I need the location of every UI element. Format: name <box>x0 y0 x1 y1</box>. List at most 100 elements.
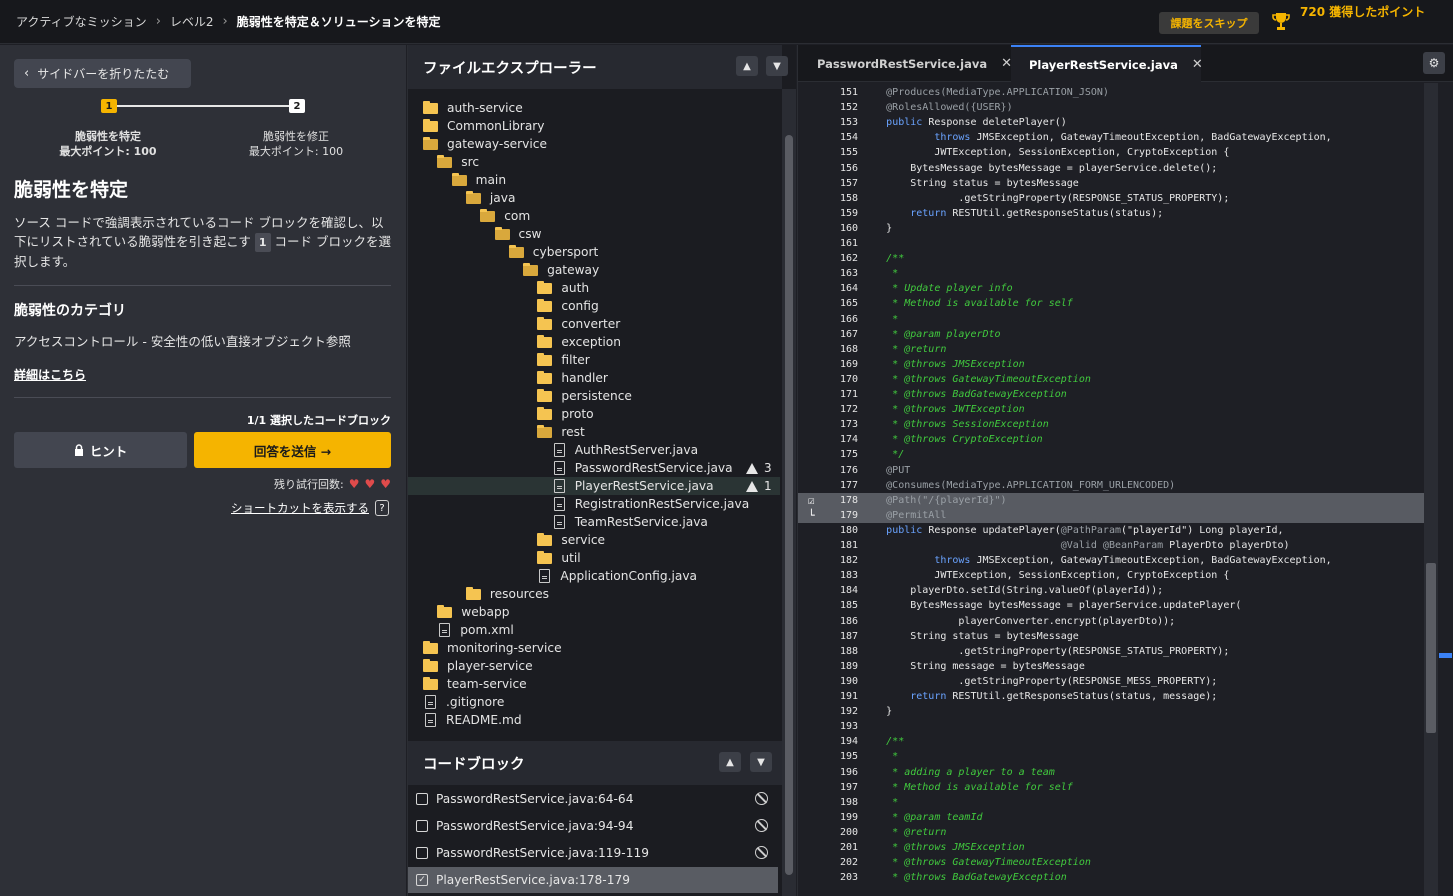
checkbox-checked[interactable]: ✓ <box>416 874 428 886</box>
hint-button[interactable]: ヒント <box>14 432 187 468</box>
step-1-badge: 1 <box>101 99 117 113</box>
gear-icon[interactable]: ⚙ <box>1423 52 1445 74</box>
chevron-down-icon[interactable]: ▼ <box>766 56 788 76</box>
tab-password-rest-service[interactable]: PasswordRestService.java ✕ <box>817 45 1012 82</box>
folder-open-icon <box>494 226 510 240</box>
folder-item[interactable]: webapp <box>408 603 780 621</box>
folder-item[interactable]: monitoring-service <box>408 639 780 657</box>
file-item[interactable]: ApplicationConfig.java <box>408 567 780 585</box>
ignore-icon[interactable] <box>755 819 768 832</box>
ignore-icon[interactable] <box>755 792 768 805</box>
folder-item[interactable]: proto <box>408 405 780 423</box>
file-item[interactable]: RegistrationRestService.java <box>408 495 780 513</box>
code-text: * <box>838 313 899 325</box>
chevron-up-icon[interactable]: ▲ <box>719 752 741 772</box>
file-icon <box>553 461 565 475</box>
folder-item[interactable]: src <box>408 153 780 171</box>
folder-item[interactable]: team-service <box>408 675 780 693</box>
code-line: 152 @RolesAllowed({USER}) <box>798 100 1424 115</box>
close-icon[interactable]: ✕ <box>1192 57 1203 72</box>
remaining-attempts: 残り試行回数: ♥ ♥ ♥ <box>274 476 391 492</box>
highlighted-code-line[interactable]: 179 @PermitAll └ <box>798 507 1424 523</box>
file-tree-label: team-service <box>447 677 527 691</box>
folder-item[interactable]: filter <box>408 351 780 369</box>
folder-item[interactable]: service <box>408 531 780 549</box>
submit-answer-button[interactable]: 回答を送信 → <box>194 432 391 468</box>
line-number: 193 <box>839 721 858 733</box>
folder-open-icon <box>423 136 438 150</box>
file-item[interactable]: TeamRestService.java <box>408 513 780 531</box>
folder-item[interactable]: resources <box>408 585 780 603</box>
folder-item[interactable]: player-service <box>408 657 780 675</box>
code-block-item[interactable]: PasswordRestService.java:64-64 <box>408 786 778 812</box>
file-item[interactable]: AuthRestServer.java <box>408 441 780 459</box>
tab-player-rest-service[interactable]: PlayerRestService.java ✕ <box>1011 45 1203 82</box>
code-text: * @throws BadGatewayException <box>838 872 1067 884</box>
code-line: 151 @Produces(MediaType.APPLICATION_JSON… <box>798 85 1424 100</box>
code-line: 168 * @return <box>798 342 1424 357</box>
collapse-sidebar-button[interactable]: ‹ サイドバーを折りたたむ <box>14 59 191 88</box>
folder-item[interactable]: persistence <box>408 387 780 405</box>
ignore-icon[interactable] <box>755 846 768 859</box>
folder-item[interactable]: handler <box>408 369 780 387</box>
folder-item[interactable]: csw <box>408 225 780 243</box>
folder-icon <box>423 640 438 654</box>
folder-item[interactable]: CommonLibrary <box>408 117 780 135</box>
checkbox[interactable] <box>416 847 428 859</box>
code-text: * Method is available for self <box>838 298 1073 310</box>
file-item[interactable]: .gitignore <box>408 693 780 711</box>
step-2-label: 脆弱性を修正 最大ポイント: 100 <box>246 129 346 159</box>
code-line: 190 .getStringProperty(RESPONSE_MESS_PRO… <box>798 674 1424 689</box>
code-line: 158 .getStringProperty(RESPONSE_STATUS_P… <box>798 191 1424 206</box>
chevron-up-icon[interactable]: ▲ <box>736 56 758 76</box>
folder-item[interactable]: converter <box>408 315 780 333</box>
breadcrumb-active-missions[interactable]: アクティブなミッション <box>16 13 147 30</box>
range-end-icon[interactable]: └ <box>808 508 815 523</box>
code-line: 172 * @throws JWTException <box>798 402 1424 417</box>
code-text: * @throws JMSException <box>838 842 1025 853</box>
file-item[interactable]: PlayerRestService.java 1 <box>408 477 780 495</box>
code-text: * Method is available for self <box>838 781 1073 793</box>
learn-more-link[interactable]: 詳細はこちら <box>14 366 86 383</box>
file-item[interactable]: PasswordRestService.java 3 <box>408 459 780 477</box>
scrollbar-thumb[interactable] <box>1426 563 1436 733</box>
checkbox[interactable] <box>416 793 428 805</box>
code-line: 173 * @throws SessionException <box>798 417 1424 432</box>
code-line: 169 * @throws JMSException <box>798 357 1424 372</box>
code-block-item[interactable]: PasswordRestService.java:119-119 <box>408 840 778 866</box>
file-icon <box>539 569 551 583</box>
selected-blocks-count: 1/1 選択したコードブロック <box>246 414 391 427</box>
folder-item[interactable]: util <box>408 549 780 567</box>
folder-item[interactable]: exception <box>408 333 780 351</box>
folder-item[interactable]: cybersport <box>408 243 780 261</box>
show-shortcuts-link[interactable]: ショートカットを表示する ? <box>231 500 389 516</box>
highlighted-code-line[interactable]: 178 @Path("/{playerId}") ☑ <box>798 492 1424 508</box>
folder-item[interactable]: rest <box>408 423 780 441</box>
code-block-item[interactable]: ✓ PlayerRestService.java:178-179 <box>408 867 778 893</box>
checkbox[interactable] <box>416 820 428 832</box>
folder-item[interactable]: auth-service <box>408 99 780 117</box>
code-block-item[interactable]: PasswordRestService.java:94-94 <box>408 813 778 839</box>
scrollbar[interactable] <box>1424 83 1438 896</box>
folder-item[interactable]: java <box>408 189 780 207</box>
code-text: } <box>838 222 893 234</box>
skip-challenge-button[interactable]: 課題をスキップ <box>1159 12 1259 34</box>
folder-item[interactable]: config <box>408 297 780 315</box>
checkbox-checked-icon[interactable]: ☑ <box>808 493 815 508</box>
folder-item[interactable]: gateway <box>408 261 780 279</box>
file-item[interactable]: README.md <box>408 711 780 729</box>
file-tree-label: main <box>475 173 507 187</box>
file-tree-label: pom.xml <box>460 623 514 637</box>
code-line: 159 return RESTUtil.getResponseStatus(st… <box>798 206 1424 221</box>
folder-item[interactable]: com <box>408 207 780 225</box>
scrollbar-thumb[interactable] <box>785 135 793 875</box>
folder-item[interactable]: auth <box>408 279 780 297</box>
file-item[interactable]: pom.xml <box>408 621 780 639</box>
folder-item[interactable]: main <box>408 171 780 189</box>
chevron-down-icon[interactable]: ▼ <box>750 752 772 772</box>
code-text: .getStringProperty(RESPONSE_MESS_PROPERT… <box>838 675 1218 687</box>
code-text: * @throws GatewayTimeoutException <box>838 373 1091 385</box>
code-view[interactable]: 151 @Produces(MediaType.APPLICATION_JSON… <box>798 83 1424 896</box>
folder-item[interactable]: gateway-service <box>408 135 780 153</box>
breadcrumb-level[interactable]: レベル2 <box>170 13 214 30</box>
